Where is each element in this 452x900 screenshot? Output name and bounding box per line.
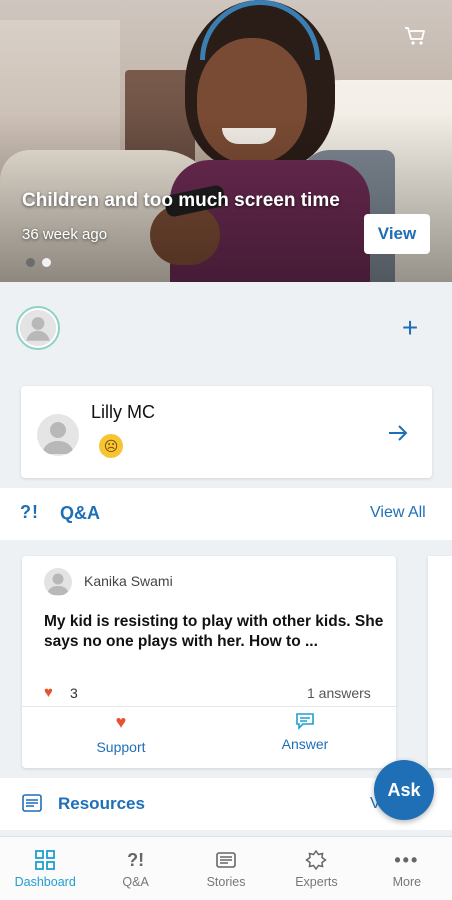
experts-icon	[305, 849, 328, 871]
hero-view-button[interactable]: View	[364, 214, 430, 254]
answer-button[interactable]: Answer	[260, 712, 350, 762]
stories-icon	[216, 852, 236, 868]
feed-card[interactable]: Lilly MC ☹	[21, 386, 432, 478]
nav-item-experts[interactable]: Experts	[271, 837, 361, 900]
ask-button[interactable]: Ask	[374, 760, 434, 820]
carousel-dot[interactable]	[42, 258, 51, 267]
nav-label: Dashboard	[14, 875, 76, 889]
next-question-card[interactable]	[428, 556, 452, 768]
nav-item-stories[interactable]: Stories	[181, 837, 271, 900]
avatar	[44, 568, 72, 596]
question-answer-count: 1 answers	[307, 685, 371, 701]
nav-label: Stories	[206, 875, 246, 889]
hero-title: Children and too much screen time	[22, 190, 340, 211]
qa-view-all-link[interactable]: View All	[370, 504, 426, 522]
cart-icon[interactable]	[404, 26, 426, 46]
qa-section-title: Q&A	[60, 503, 100, 523]
question-like-count: 3	[70, 685, 78, 701]
user-avatar[interactable]	[16, 306, 60, 350]
avatar-placeholder-icon	[42, 422, 74, 454]
more-icon: •••	[394, 850, 420, 870]
heart-icon: ♥	[115, 712, 127, 732]
avatar	[37, 414, 79, 456]
resources-icon	[22, 794, 42, 812]
nav-item-dashboard[interactable]: Dashboard	[0, 837, 90, 900]
dashboard-icon	[35, 850, 56, 870]
nav-label: Experts	[295, 875, 338, 889]
support-label: Support	[96, 739, 146, 755]
bottom-navigation: Dashboard ?! Q&A Stories Experts ••• Mor…	[0, 836, 452, 900]
carousel-dot-active[interactable]	[26, 258, 35, 267]
hero-timestamp: 36 week ago	[22, 226, 108, 243]
avatar-placeholder-icon	[47, 573, 69, 595]
answer-label: Answer	[281, 736, 329, 752]
hero-banner[interactable]: Children and too much screen time 36 wee…	[0, 0, 452, 282]
resources-section-title: Resources	[58, 794, 145, 813]
nav-item-qa[interactable]: ?! Q&A	[90, 837, 180, 900]
divider	[22, 706, 396, 707]
avatar-placeholder-icon	[19, 309, 57, 347]
worried-emoji-icon: ☹	[99, 434, 123, 458]
question-text[interactable]: My kid is resisting to play with other k…	[44, 612, 384, 652]
nav-label: More	[392, 875, 422, 889]
feed-card-name: Lilly MC	[91, 402, 156, 422]
qa-icon: ?!	[20, 502, 39, 522]
qa-icon: ?!	[127, 850, 145, 870]
arrow-right-icon[interactable]	[387, 422, 409, 444]
comment-icon	[296, 713, 314, 730]
add-post-button[interactable]: +	[398, 314, 422, 342]
nav-item-more[interactable]: ••• More	[362, 837, 452, 900]
nav-label: Q&A	[122, 875, 149, 889]
support-button[interactable]: ♥ Support	[76, 712, 166, 762]
qa-section-header: ?! Q&A View All	[0, 488, 452, 540]
heart-icon: ♥	[44, 684, 53, 701]
question-card[interactable]: Kanika Swami My kid is resisting to play…	[22, 556, 396, 768]
question-author: Kanika Swami	[84, 573, 173, 589]
